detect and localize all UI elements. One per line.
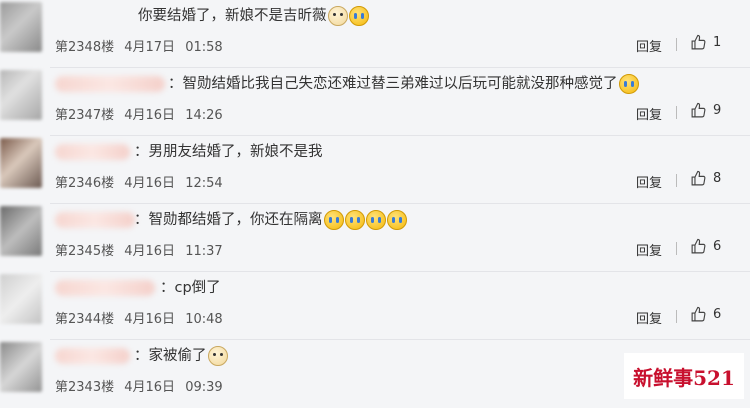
watermark-logo: 新鲜事521 [624, 353, 744, 399]
thumbs-up-icon [691, 102, 706, 118]
crying-emoji-icon [348, 6, 369, 26]
reply-button[interactable]: 回复 [636, 172, 662, 191]
avatar[interactable] [0, 2, 42, 52]
reply-button[interactable]: 回复 [636, 36, 662, 55]
avatar[interactable] [0, 138, 42, 188]
floor-number: 第2345楼 [55, 244, 115, 259]
avatar[interactable] [0, 342, 42, 392]
thumbs-up-icon [691, 306, 706, 322]
comment-date: 4月16日 [124, 380, 176, 395]
divider [676, 174, 677, 187]
floor-number: 第2347楼 [55, 108, 115, 123]
like-count: 9 [713, 103, 722, 118]
divider [676, 242, 677, 255]
comment-text: ：cp倒了 [160, 280, 221, 296]
comment-item: ：男朋友结婚了，新娘不是我 第2346楼 4月16日 12:54 回复 8 [0, 136, 750, 204]
reply-button[interactable]: 回复 [636, 104, 662, 123]
like-button[interactable]: 9 [690, 102, 721, 119]
like-count: 1 [713, 35, 722, 50]
comment-text: ：智勋都结婚了，你还在隔离 [134, 210, 407, 230]
like-count: 6 [713, 239, 722, 254]
comment-time: 09:39 [185, 380, 223, 395]
divider [676, 38, 677, 51]
comment-time: 01:58 [185, 40, 223, 55]
comment-time: 10:48 [185, 312, 223, 327]
comment-text: ：智勋结婚比我自己失恋还难过替三弟难过以后玩可能就没那种感觉了 [168, 74, 639, 94]
floor-number: 第2346楼 [55, 176, 115, 191]
crying-emoji-icon [365, 210, 386, 230]
reply-button[interactable]: 回复 [636, 308, 662, 327]
comment-meta: 第2346楼 4月16日 12:54 [55, 172, 223, 191]
comment-item: ：智勋结婚比我自己失恋还难过替三弟难过以后玩可能就没那种感觉了 第2347楼 4… [0, 68, 750, 136]
crying-emoji-icon [618, 74, 639, 94]
username-blurred[interactable] [55, 348, 130, 364]
reply-button[interactable]: 回复 [636, 240, 662, 259]
comment-item: ：cp倒了 第2344楼 4月16日 10:48 回复 6 [0, 272, 750, 340]
doge-emoji-icon [327, 6, 348, 26]
username-blurred[interactable] [55, 212, 135, 228]
like-button[interactable]: 1 [690, 34, 721, 51]
comment-time: 11:37 [185, 244, 223, 259]
comment-text: 你要结婚了，新娘不是吉昕薇 [138, 6, 369, 26]
comment-meta: 第2344楼 4月16日 10:48 [55, 308, 223, 327]
comment-date: 4月16日 [124, 244, 176, 259]
comment-text: ：男朋友结婚了，新娘不是我 [134, 144, 323, 160]
doge-emoji-icon [207, 346, 228, 366]
comment-time: 14:26 [185, 108, 223, 123]
thumbs-up-icon [691, 170, 706, 186]
crying-emoji-icon [344, 210, 365, 230]
avatar[interactable] [0, 70, 42, 120]
comment-text: ：家被偷了 [134, 346, 228, 366]
like-button[interactable]: 8 [690, 170, 721, 187]
comment-meta: 第2348楼 4月17日 01:58 [55, 36, 223, 55]
floor-number: 第2343楼 [55, 380, 115, 395]
divider [676, 106, 677, 119]
thumbs-up-icon [691, 34, 706, 50]
comment-date: 4月17日 [124, 40, 176, 55]
thumbs-up-icon [691, 238, 706, 254]
comment-meta: 第2347楼 4月16日 14:26 [55, 104, 223, 123]
like-count: 6 [713, 307, 722, 322]
comment-time: 12:54 [185, 176, 223, 191]
comment-date: 4月16日 [124, 176, 176, 191]
comment-item: ：智勋都结婚了，你还在隔离 第2345楼 4月16日 11:37 回复 6 [0, 204, 750, 272]
like-button[interactable]: 6 [690, 306, 721, 323]
crying-emoji-icon [323, 210, 344, 230]
comment-meta: 第2345楼 4月16日 11:37 [55, 240, 223, 259]
username-blurred[interactable] [55, 76, 165, 92]
comment-date: 4月16日 [124, 312, 176, 327]
floor-number: 第2348楼 [55, 40, 115, 55]
username-blurred[interactable] [55, 280, 155, 296]
floor-number: 第2344楼 [55, 312, 115, 327]
username-blurred[interactable] [55, 144, 130, 160]
comment-item: 你要结婚了，新娘不是吉昕薇 第2348楼 4月17日 01:58 回复 1 [0, 0, 750, 68]
like-button[interactable]: 6 [690, 238, 721, 255]
comment-date: 4月16日 [124, 108, 176, 123]
avatar[interactable] [0, 274, 42, 324]
divider [676, 310, 677, 323]
comment-feed: 你要结婚了，新娘不是吉昕薇 第2348楼 4月17日 01:58 回复 1 ：智… [0, 0, 750, 405]
avatar[interactable] [0, 206, 42, 256]
comment-meta: 第2343楼 4月16日 09:39 [55, 376, 223, 395]
like-count: 8 [713, 171, 722, 186]
crying-emoji-icon [386, 210, 407, 230]
